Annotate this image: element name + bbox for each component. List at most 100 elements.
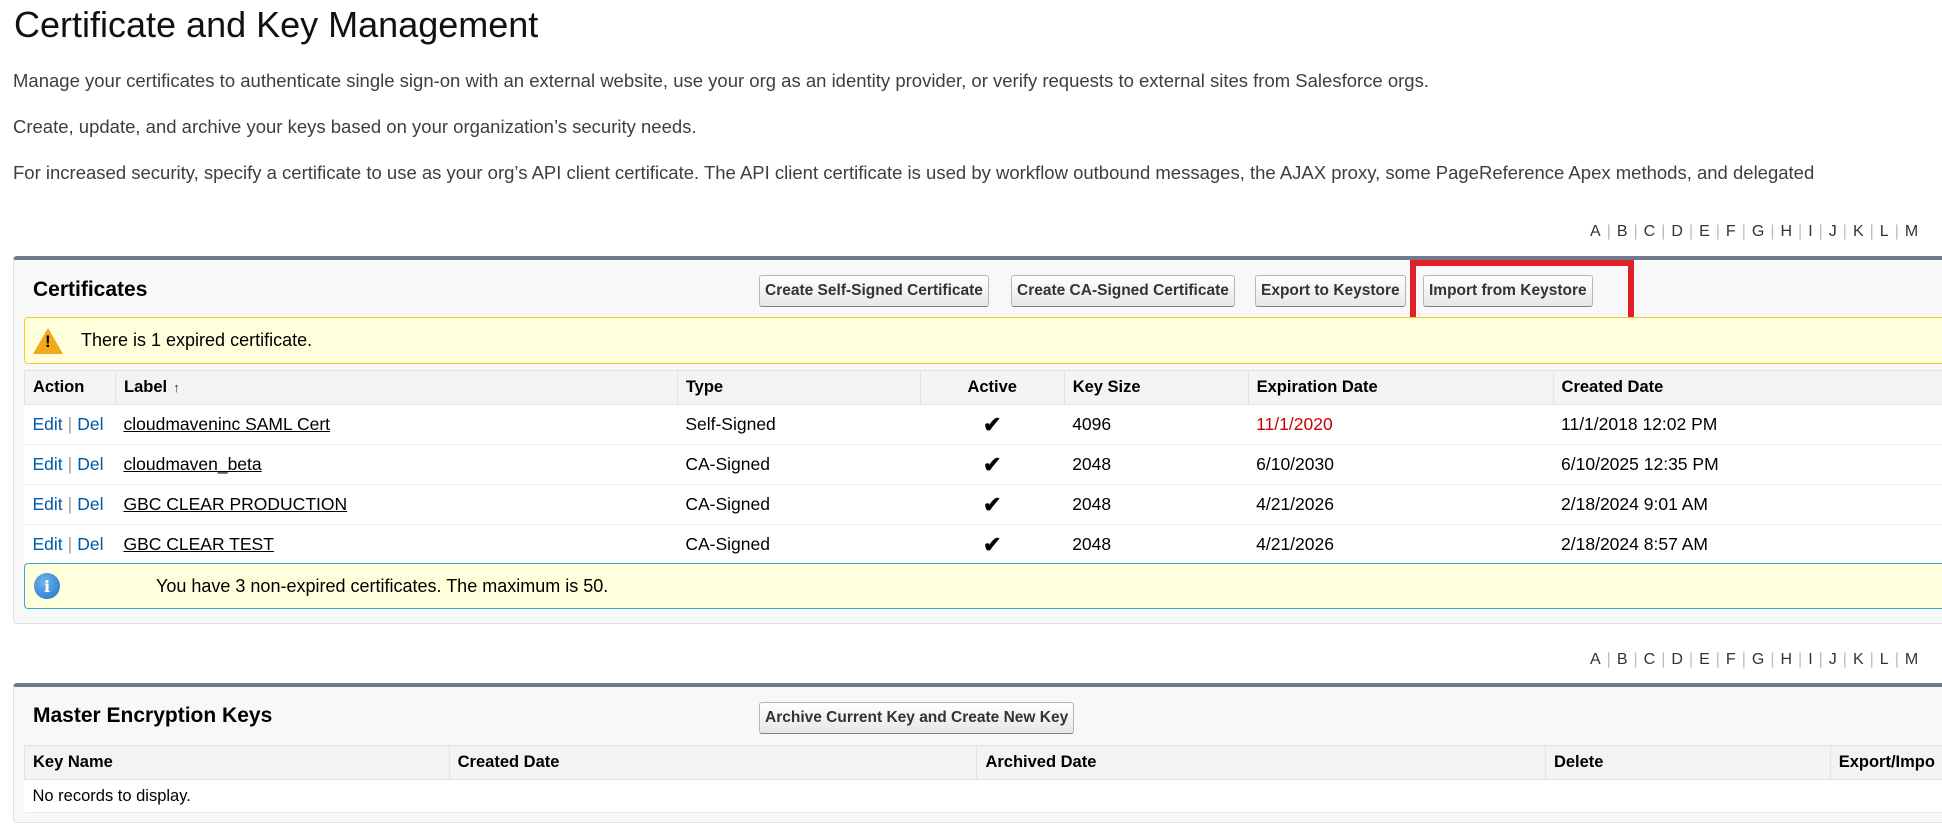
alpha-link-i[interactable]: I xyxy=(1808,651,1812,669)
key-size: 4096 xyxy=(1064,404,1249,445)
table-row: Edit | Del cloudmaveninc SAML Cert Self-Si… xyxy=(24,404,1942,445)
alpha-link-e[interactable]: E xyxy=(1699,223,1710,241)
column-label[interactable]: Label ↑ xyxy=(114,370,678,405)
certificates-panel: Certificates Create Self-Signed Certific… xyxy=(13,256,1942,624)
expiration-date: 11/1/2020 xyxy=(1248,404,1554,445)
certificate-type: CA-Signed xyxy=(677,524,921,565)
alpha-link-d[interactable]: D xyxy=(1671,223,1683,241)
certificate-type: CA-Signed xyxy=(677,444,921,485)
active-check-icon: ✔ xyxy=(982,491,1002,517)
expired-warning-text: There is 1 expired certificate. xyxy=(81,330,313,350)
delete-link[interactable]: Del xyxy=(77,454,103,474)
alpha-link-h[interactable]: H xyxy=(1780,223,1792,241)
master-keys-title: Master Encryption Keys xyxy=(33,704,273,727)
column-key-size[interactable]: Key Size xyxy=(1063,370,1249,405)
alpha-link-l[interactable]: L xyxy=(1880,223,1889,241)
edit-link[interactable]: Edit xyxy=(33,414,63,434)
warning-icon xyxy=(33,327,63,354)
alpha-link-l[interactable]: L xyxy=(1880,651,1889,669)
column-expiration-date[interactable]: Expiration Date xyxy=(1247,370,1554,405)
alpha-link-c[interactable]: C xyxy=(1644,651,1656,669)
edit-link[interactable]: Edit xyxy=(33,454,63,474)
alpha-link-k[interactable]: K xyxy=(1853,651,1864,669)
table-header-row: Key Name Created Date Archived Date Dele… xyxy=(24,745,1942,780)
created-date: 6/10/2025 12:35 PM xyxy=(1553,444,1942,485)
alpha-link-g[interactable]: G xyxy=(1752,223,1764,241)
table-row: Edit | Del GBC CLEAR TEST CA-Signed ✔ 2048… xyxy=(24,524,1942,565)
column-export-import[interactable]: Export/Impo xyxy=(1829,745,1942,780)
alpha-link-m[interactable]: M xyxy=(1905,223,1918,241)
column-active[interactable]: Active xyxy=(919,370,1065,405)
alpha-link-h[interactable]: H xyxy=(1780,651,1792,669)
certificate-label-link[interactable]: GBC CLEAR TEST xyxy=(123,534,273,554)
alpha-link-d[interactable]: D xyxy=(1671,651,1683,669)
column-archived-date[interactable]: Archived Date xyxy=(976,745,1546,780)
alpha-link-j[interactable]: J xyxy=(1829,651,1837,669)
certificate-label-link[interactable]: cloudmaveninc SAML Cert xyxy=(123,414,330,434)
certificates-table: Action Label ↑ Type Active Key Size Expir… xyxy=(24,370,1942,565)
created-date: 2/18/2024 8:57 AM xyxy=(1553,524,1942,565)
certificate-count-info-message: i You have 3 non-expired certificates. T… xyxy=(24,563,1942,609)
table-row: No records to display. xyxy=(24,779,1942,813)
master-encryption-keys-panel: Master Encryption Keys Archive Current K… xyxy=(13,683,1942,823)
delete-link[interactable]: Del xyxy=(77,494,103,514)
alpha-link-a[interactable]: A xyxy=(1590,651,1601,669)
key-size: 2048 xyxy=(1064,444,1249,485)
archive-and-create-key-button[interactable]: Archive Current Key and Create New Key xyxy=(759,702,1075,734)
alphabet-filter-master-keys: A | B | C | D | E | F | G | H | I | J | K | L | M xyxy=(1590,651,1919,669)
created-date: 2/18/2024 9:01 AM xyxy=(1553,484,1942,525)
alpha-link-m[interactable]: M xyxy=(1905,651,1918,669)
alpha-link-b[interactable]: B xyxy=(1617,651,1628,669)
table-row: Edit | Del GBC CLEAR PRODUCTION CA-Signed … xyxy=(24,484,1942,525)
delete-link[interactable]: Del xyxy=(77,414,103,434)
certificate-type: Self-Signed xyxy=(677,404,921,445)
alpha-link-f[interactable]: F xyxy=(1726,651,1736,669)
page-title: Certificate and Key Management xyxy=(14,4,539,45)
alpha-link-i[interactable]: I xyxy=(1808,223,1812,241)
alpha-link-g[interactable]: G xyxy=(1752,651,1764,669)
alpha-link-c[interactable]: C xyxy=(1644,223,1656,241)
created-date: 11/1/2018 12:02 PM xyxy=(1553,404,1942,445)
expiration-date: 4/21/2026 xyxy=(1248,484,1554,525)
column-action: Action xyxy=(24,370,116,405)
create-ca-signed-certificate-button[interactable]: Create CA-Signed Certificate xyxy=(1011,275,1235,307)
delete-link[interactable]: Del xyxy=(77,534,103,554)
expiration-date: 6/10/2030 xyxy=(1248,444,1554,485)
column-delete[interactable]: Delete xyxy=(1544,745,1831,780)
alpha-link-a[interactable]: A xyxy=(1590,223,1601,241)
active-check-icon: ✔ xyxy=(982,531,1002,557)
key-size: 2048 xyxy=(1064,524,1249,565)
intro-paragraph-2: Create, update, and archive your keys ba… xyxy=(13,116,697,137)
alpha-link-e[interactable]: E xyxy=(1699,651,1710,669)
edit-link[interactable]: Edit xyxy=(33,534,63,554)
certificate-label-link[interactable]: GBC CLEAR PRODUCTION xyxy=(123,494,347,514)
row-actions: Edit | Del xyxy=(24,444,116,485)
column-created-date[interactable]: Created Date xyxy=(448,745,977,780)
certificate-type: CA-Signed xyxy=(677,484,921,525)
column-key-name[interactable]: Key Name xyxy=(24,745,450,780)
expiration-date: 4/21/2026 xyxy=(1248,524,1554,565)
column-created-date[interactable]: Created Date xyxy=(1552,370,1942,405)
expired-warning-message: There is 1 expired certificate. xyxy=(24,317,1942,364)
row-actions: Edit | Del xyxy=(24,404,116,445)
alpha-link-k[interactable]: K xyxy=(1853,223,1864,241)
no-records-text: No records to display. xyxy=(24,779,1942,813)
key-size: 2048 xyxy=(1064,484,1249,525)
row-actions: Edit | Del xyxy=(24,524,116,565)
certificates-title: Certificates xyxy=(33,278,148,301)
certificate-label-link[interactable]: cloudmaven_beta xyxy=(123,454,261,474)
certificate-count-info-text: You have 3 non-expired certificates. The… xyxy=(156,575,609,596)
active-check-icon: ✔ xyxy=(982,451,1002,477)
alpha-link-f[interactable]: F xyxy=(1726,223,1736,241)
edit-link[interactable]: Edit xyxy=(33,494,63,514)
table-row: Edit | Del cloudmaven_beta CA-Signed ✔ 204… xyxy=(24,444,1942,485)
alpha-link-b[interactable]: B xyxy=(1617,223,1628,241)
table-header-row: Action Label ↑ Type Active Key Size Expir… xyxy=(24,370,1942,405)
intro-paragraph-3: For increased security, specify a certif… xyxy=(13,162,1815,183)
export-to-keystore-button[interactable]: Export to Keystore xyxy=(1255,275,1406,307)
alpha-link-j[interactable]: J xyxy=(1829,223,1837,241)
create-self-signed-certificate-button[interactable]: Create Self-Signed Certificate xyxy=(759,275,989,307)
sort-ascending-icon: ↑ xyxy=(173,380,180,395)
column-type[interactable]: Type xyxy=(676,370,921,405)
import-from-keystore-button[interactable]: Import from Keystore xyxy=(1423,275,1593,307)
